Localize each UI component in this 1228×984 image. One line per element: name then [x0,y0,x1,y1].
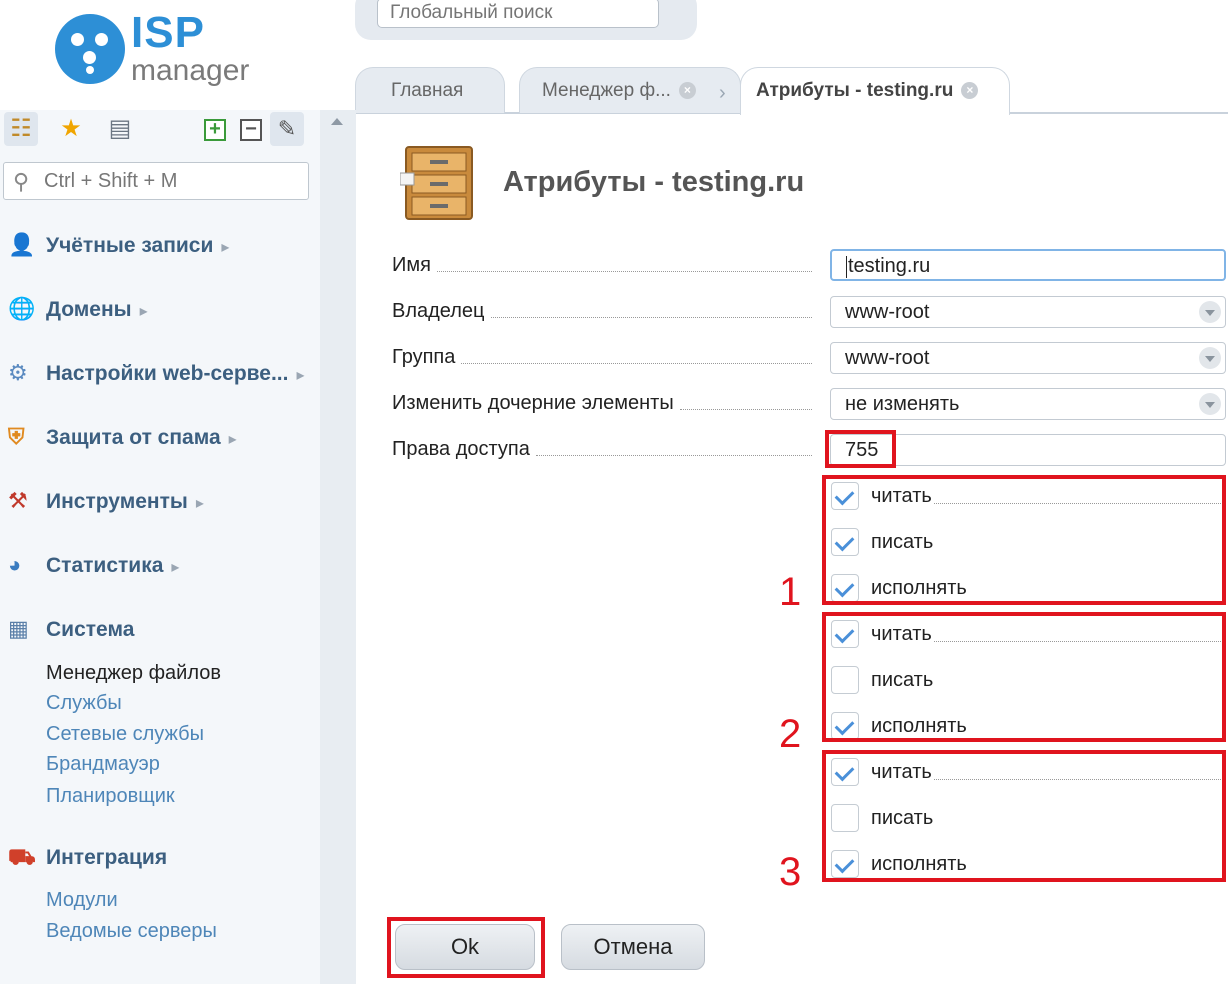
logo-mark-icon [55,14,125,84]
ok-button-highlight [387,917,545,978]
tab-attributes-label: Атрибуты - testing.ru [756,80,954,101]
group-label: Группа [392,345,812,369]
collapse-all-icon[interactable]: − [234,112,268,146]
integration-icon: ⛟ [8,844,36,869]
global-search-bar [355,0,697,40]
nav-item-file-manager[interactable]: Менеджер файлов [46,662,221,685]
perm-group-1-highlight [822,475,1226,605]
tab-attributes[interactable]: Атрибуты - testing.ru × [740,67,1010,115]
owner-label-text: Владелец [392,300,485,322]
children-select[interactable]: не изменять [830,388,1226,420]
nav-spam-protection[interactable]: ⛨ Защита от спама ▸ [8,424,237,458]
close-icon[interactable]: × [961,82,979,100]
nav-integration[interactable]: ⛟ Интеграция [8,844,167,878]
web-server-icon: ⚙ [8,360,28,385]
ispmanager-logo[interactable]: ISP manager [55,8,265,90]
logo-brand-text: ISP [131,8,205,57]
tab-file-manager-label: Менеджер ф... [542,80,671,101]
nav-item-modules[interactable]: Модули [46,889,118,912]
nav-domains-label: Домены [46,298,132,321]
pie-chart-icon: ◕ [8,552,22,577]
perm-group-2-number: 2 [779,712,802,756]
chevron-down-icon [1205,356,1215,362]
perm-group-1-number: 1 [779,570,802,614]
nav-item-scheduler[interactable]: Планировщик [46,785,175,808]
permissions-label: Права доступа [392,437,812,461]
owner-select[interactable]: www-root [830,296,1226,328]
name-field-value: testing.ru [848,255,931,277]
group-select[interactable]: www-root [830,342,1226,374]
perm-group-3-highlight [822,750,1226,882]
nav-tools[interactable]: ⚒ Инструменты ▸ [8,488,204,522]
group-select-value: www-root [845,347,930,369]
children-label-text: Изменить дочерние элементы [392,392,674,414]
nav-item-slave-servers[interactable]: Ведомые серверы [46,920,217,943]
user-accounts-icon: 👤 [8,232,36,257]
owner-select-value: www-root [845,301,930,323]
nav-item-firewall[interactable]: Брандмауэр [46,753,160,776]
sidebar-scrollbar[interactable] [320,110,356,984]
nav-item-services[interactable]: Службы [46,692,122,715]
page-title: Атрибуты - testing.ru [503,166,805,198]
name-label-text: Имя [392,254,431,276]
nav-accounts[interactable]: 👤 Учётные записи ▸ [8,232,229,266]
system-icon: ▦ [8,616,29,641]
nav-tools-label: Инструменты [46,490,188,513]
permissions-highlight [825,430,896,468]
cancel-button[interactable]: Отмена [561,924,705,970]
file-cabinet-icon [400,146,473,220]
sidebar-search-placeholder: Ctrl + Shift + M [44,170,178,192]
scroll-up-icon[interactable] [331,118,343,125]
chevron-right-icon: ▸ [228,431,237,448]
chevron-down-icon [1205,310,1215,316]
nav-system[interactable]: ▦ Система [8,616,134,650]
text-cursor [846,255,847,278]
global-search-input[interactable] [377,0,659,28]
close-icon[interactable]: × [678,82,696,100]
tree-view-icon[interactable]: ☷ [4,112,38,146]
name-field[interactable]: testing.ru [830,249,1226,281]
chevron-right-icon: ▸ [139,303,148,320]
logo-product-text: manager [131,54,250,87]
nav-integration-label: Интеграция [46,846,168,869]
nav-spam-label: Защита от спама [46,426,221,449]
nav-statistics[interactable]: ◕ Статистика ▸ [8,552,179,586]
search-icon: ⚲ [13,169,30,194]
children-select-value: не изменять [845,393,960,415]
nav-web-server-settings[interactable]: ⚙ Настройки web-серве... ▸ [8,360,305,394]
chevron-right-icon: ▸ [195,495,204,512]
globe-icon: 🌐 [8,296,36,321]
expand-all-icon[interactable]: + [198,112,232,146]
tools-icon: ⚒ [8,488,28,513]
shield-icon: ⛨ [8,424,25,449]
name-label: Имя [392,253,812,277]
nav-domains[interactable]: 🌐 Домены ▸ [8,296,148,330]
permissions-label-text: Права доступа [392,438,530,460]
chevron-right-icon: ▸ [296,367,305,384]
nav-system-label: Система [46,618,135,641]
tab-file-manager[interactable]: Менеджер ф... × [519,67,741,113]
chevron-right-icon: ▸ [221,239,230,256]
sidebar-search-input[interactable]: ⚲ Ctrl + Shift + M [3,162,309,200]
owner-label: Владелец [392,299,812,323]
children-label: Изменить дочерние элементы [392,391,812,415]
chevron-right-icon: ▸ [171,559,180,576]
tab-home[interactable]: Главная [355,67,505,113]
favorites-star-icon[interactable]: ★ [54,112,88,146]
perm-group-2-highlight [822,612,1226,742]
chevron-down-icon [1205,402,1215,408]
clipboard-icon[interactable]: ▤ [103,112,137,146]
perm-group-3-number: 3 [779,850,802,894]
pin-icon[interactable]: ✎ [270,112,304,146]
nav-item-network-services[interactable]: Сетевые службы [46,723,204,746]
group-label-text: Группа [392,346,456,368]
chevron-right-icon: › [719,82,726,104]
nav-web-server-label: Настройки web-серве... [46,362,289,385]
tab-home-label: Главная [391,80,464,101]
nav-accounts-label: Учётные записи [46,234,214,257]
nav-statistics-label: Статистика [46,554,164,577]
